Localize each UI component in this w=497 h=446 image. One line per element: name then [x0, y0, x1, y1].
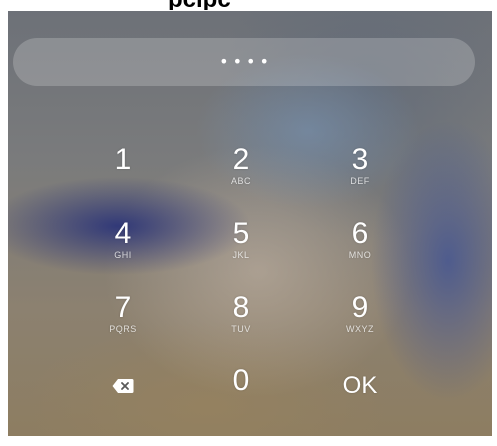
- ok-label: OK: [342, 372, 378, 399]
- key-letters: PQRS: [109, 323, 137, 334]
- pin-masked-value: ••••: [219, 52, 273, 71]
- key-digit: 9: [351, 290, 369, 324]
- key-7[interactable]: 7 PQRS: [63, 281, 183, 345]
- key-letters: DEF: [350, 175, 370, 186]
- key-digit: 0: [232, 363, 250, 397]
- key-digit: 6: [351, 216, 369, 250]
- key-digit: 5: [232, 216, 250, 250]
- ok-button[interactable]: OK: [300, 354, 420, 418]
- key-8[interactable]: 8 TUV: [181, 281, 301, 345]
- key-6[interactable]: 6 MNO: [300, 207, 420, 271]
- key-digit: 7: [114, 290, 132, 324]
- key-5[interactable]: 5 JKL: [181, 207, 301, 271]
- key-0[interactable]: 0: [181, 354, 301, 418]
- key-letters: GHI: [114, 249, 132, 260]
- key-1[interactable]: 1: [63, 133, 183, 197]
- key-3[interactable]: 3 DEF: [300, 133, 420, 197]
- key-digit: 8: [232, 290, 250, 324]
- key-digit: 3: [351, 142, 369, 176]
- key-2[interactable]: 2 ABC: [181, 133, 301, 197]
- key-4[interactable]: 4 GHI: [63, 207, 183, 271]
- key-digit: 4: [114, 216, 132, 250]
- key-digit: 1: [114, 142, 132, 176]
- lock-screen: •••• 1 2 ABC 3 DEF 4 GHI 5 JKL 6 MNO 7 P…: [8, 11, 492, 436]
- backspace-button[interactable]: [63, 354, 183, 418]
- key-letters: TUV: [231, 323, 251, 334]
- cropped-header-text: pcipc: [168, 0, 338, 10]
- backspace-icon: [112, 379, 134, 393]
- pin-input-field[interactable]: ••••: [13, 38, 475, 86]
- key-letters: ABC: [230, 175, 251, 186]
- key-letters: MNO: [348, 249, 372, 260]
- key-letters: JKL: [232, 249, 250, 260]
- key-letters: WXYZ: [346, 323, 374, 334]
- key-9[interactable]: 9 WXYZ: [300, 281, 420, 345]
- key-digit: 2: [232, 142, 250, 176]
